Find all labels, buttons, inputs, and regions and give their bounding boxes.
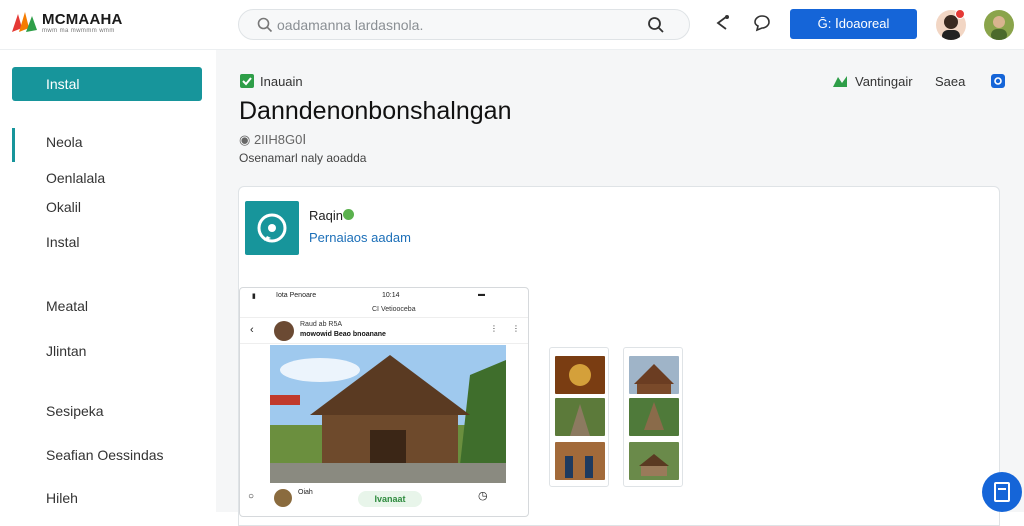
bookmark-icon (994, 482, 1010, 502)
app-card: Raqin Pernaiaos aadam ▮ Iota Penoare 10:… (238, 186, 1000, 526)
sidebar-item-3[interactable]: Okalil (46, 199, 81, 215)
chart-icon (833, 76, 847, 87)
sidebar-item-6[interactable]: Jlintan (46, 343, 86, 359)
thumb-image-icon (634, 364, 674, 394)
check-icon (240, 74, 254, 88)
thumb-4[interactable] (629, 356, 679, 394)
post-avatar (274, 321, 294, 341)
brand-tagline: mwm ma mwmmm wmm (42, 28, 115, 34)
sidebar-item-7[interactable]: Sesipeka (46, 403, 104, 419)
phone-post-header: ‹ Raud ab R5A mowowid Beao bnoanane ⋮ ⋮ (240, 318, 528, 344)
footer-author: Oiah (298, 489, 313, 496)
profile-portrait-icon (991, 16, 1007, 40)
settings-square-icon[interactable] (990, 73, 1006, 89)
post-author: Raud ab R5A (300, 321, 343, 328)
status-label: Inauain (260, 74, 303, 89)
footer-pill-button[interactable]: Ivanaat (358, 491, 422, 507)
brand-name[interactable]: MCMAAHA (42, 11, 123, 28)
thumb-image-icon (570, 404, 590, 436)
post-text: mowowid Beao bnoanane (300, 331, 386, 338)
thumb-image-icon (644, 402, 664, 430)
thumbnail-strip-2 (623, 347, 683, 487)
action-primary[interactable]: Vantingair (855, 74, 913, 89)
battery-icon: ▬ (478, 291, 485, 298)
install-button[interactable]: Instal (12, 67, 202, 101)
thumb-image-icon (565, 456, 593, 478)
share-icon[interactable] (712, 13, 732, 33)
more-icon-2[interactable]: ⋮ (512, 324, 520, 333)
radio-icon[interactable]: ○ (248, 491, 254, 502)
thumb-3[interactable] (555, 442, 605, 480)
page-meta: ◉ 2IIH8G0Ⅰ (239, 132, 307, 147)
verified-icon (343, 209, 354, 220)
chat-icon[interactable] (752, 13, 772, 33)
app-name: Raqin (309, 208, 343, 223)
sidebar-item-9[interactable]: Hileh (46, 490, 78, 506)
signal-icon: ▮ (252, 293, 256, 300)
timer-icon[interactable]: ◷ (478, 489, 488, 502)
more-icon[interactable]: ⋮ (490, 324, 498, 333)
phone-mockup: ▮ Iota Penoare 10:14 ▬ CI Vetiooceba ‹ R… (239, 287, 529, 517)
notification-badge (955, 9, 965, 19)
sidebar-item-2[interactable]: Oenlalala (46, 170, 105, 186)
status-time: 10:14 (382, 292, 400, 299)
thumb-1[interactable] (555, 356, 605, 394)
search-submit-icon[interactable] (647, 16, 665, 34)
search-input[interactable] (277, 16, 657, 34)
page-title: Danndenonbonshalngan (239, 97, 512, 125)
sidebar: Instal Neola Oenlalala Okalil Instal Mea… (0, 50, 216, 512)
primary-action-button[interactable]: Ḡ: Ⅰdoaoreal (790, 9, 917, 39)
thumb-5[interactable] (629, 398, 679, 436)
page-subtitle: Osenamarl naly aoadda (239, 151, 367, 165)
top-header: MCMAAHA mwm ma mwmmm wmm Ḡ: Ⅰdoaoreal (0, 0, 1024, 50)
search-bar[interactable] (238, 9, 690, 40)
post-image (270, 345, 506, 483)
sidebar-item-1[interactable]: Neola (46, 134, 83, 150)
back-icon[interactable]: ‹ (250, 324, 254, 336)
phone-tab-bar: CI Vetiooceba (240, 304, 528, 318)
thumbnail-strip-1 (549, 347, 609, 487)
footer-avatar (274, 489, 292, 507)
floating-action-button[interactable] (982, 472, 1022, 512)
thumb-image-icon (639, 454, 669, 476)
sidebar-item-4[interactable]: Instal (46, 234, 79, 250)
main-content: Inauain Danndenonbonshalngan ◉ 2IIH8G0Ⅰ … (216, 50, 1024, 526)
sidebar-item-5[interactable]: Meatal (46, 298, 88, 314)
house-photo-icon (270, 345, 506, 483)
secondary-avatar[interactable] (984, 10, 1014, 40)
app-link[interactable]: Pernaiaos aadam (309, 230, 411, 245)
chat-bubble-icon (257, 213, 287, 243)
phone-tab-label: CI Vetiooceba (372, 306, 416, 313)
phone-status-bar: ▮ Iota Penoare 10:14 ▬ (240, 288, 528, 304)
search-icon (257, 17, 273, 33)
phone-footer: ○ Oiah Ivanaat ◷ (240, 485, 528, 516)
thumb-2[interactable] (555, 398, 605, 436)
active-indicator (12, 128, 15, 162)
brand-logo-icon[interactable] (10, 8, 40, 36)
action-secondary[interactable]: Saea (935, 74, 965, 89)
sidebar-item-8[interactable]: Seafian Oessindas (46, 447, 164, 463)
thumb-6[interactable] (629, 442, 679, 480)
status-carrier: Iota Penoare (276, 292, 317, 299)
app-tile[interactable] (245, 201, 299, 255)
thumb-image-icon (569, 364, 591, 386)
